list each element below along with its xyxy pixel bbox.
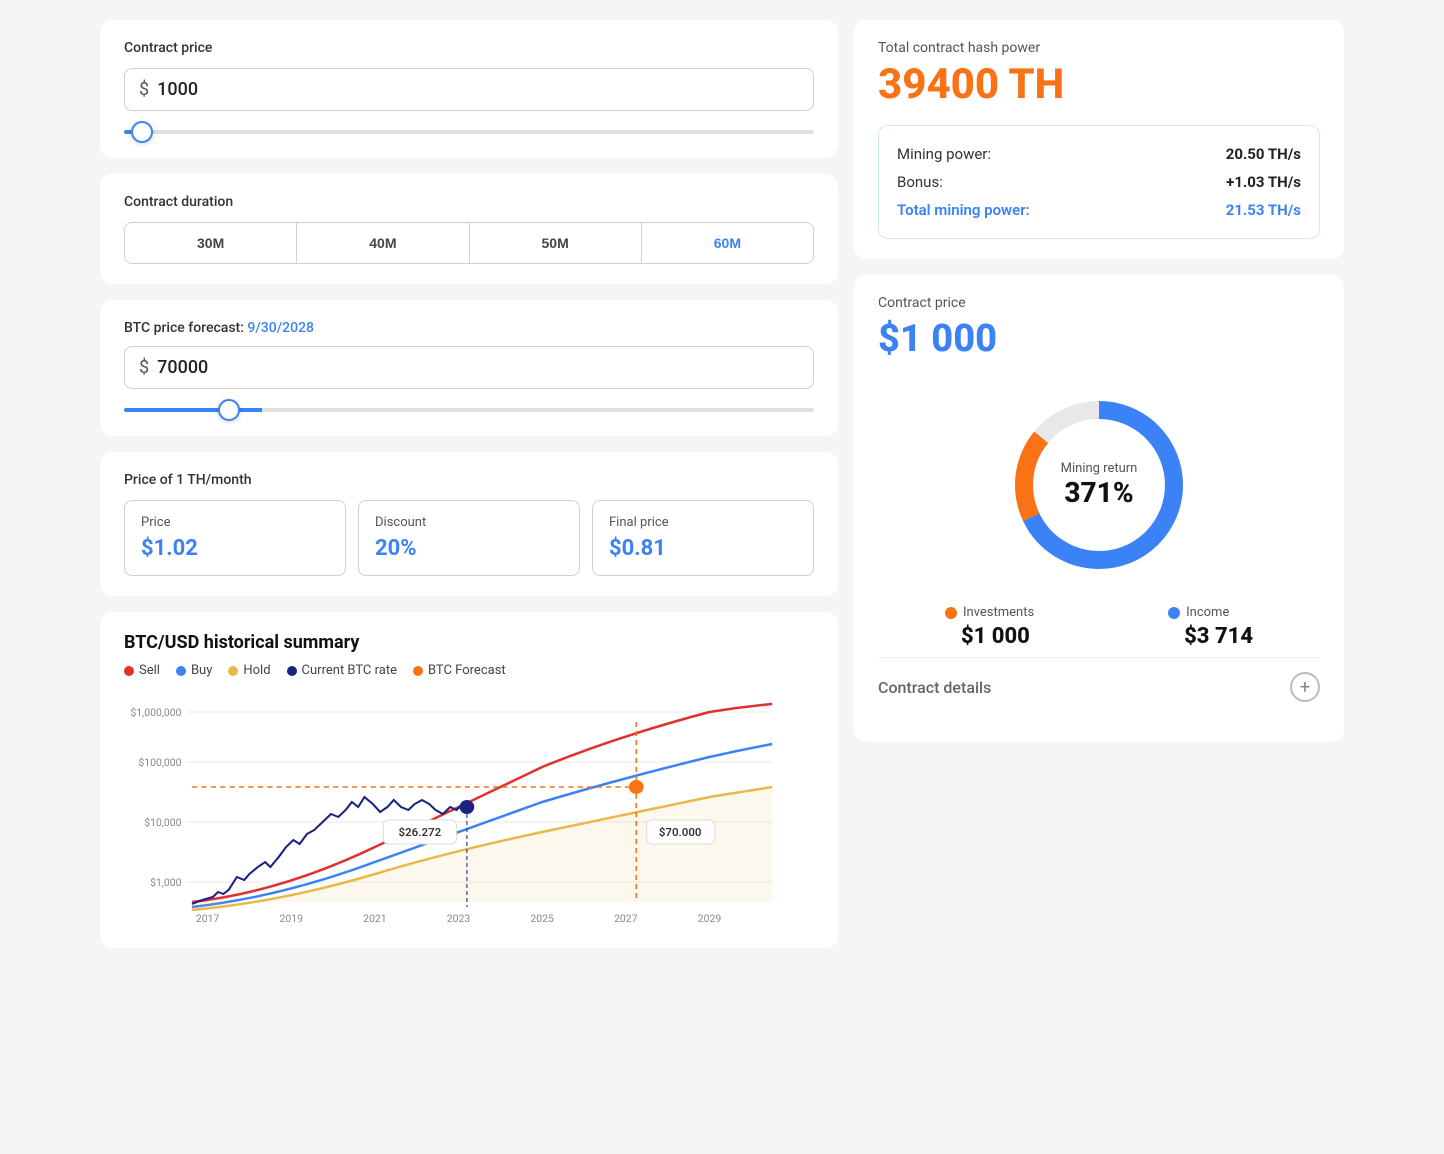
mining-power-value: 20.50 TH/s <box>1226 145 1301 163</box>
contract-price-card-label: Contract price <box>878 295 1320 311</box>
dollar-sign-1: $ <box>139 79 149 100</box>
price-card-discount-value: 20% <box>375 536 563 561</box>
chart-svg: $1,000,000 $100,000 $10,000 $1,000 2017 … <box>124 692 814 932</box>
legend-btc-forecast: BTC Forecast <box>413 663 506 678</box>
legend-current-btc: Current BTC rate <box>287 663 397 678</box>
donut-center: Mining return 371% <box>1061 461 1138 509</box>
duration-tabs: 30M 40M 50M 60M <box>124 222 814 264</box>
bonus-row: Bonus: +1.03 TH/s <box>897 168 1301 196</box>
bonus-value: +1.03 TH/s <box>1226 173 1301 191</box>
svg-text:$100,000: $100,000 <box>138 756 181 769</box>
btc-forecast-date[interactable]: 9/30/2028 <box>247 320 314 336</box>
svg-text:2019: 2019 <box>280 914 304 925</box>
chart-area: $1,000,000 $100,000 $10,000 $1,000 2017 … <box>124 692 814 932</box>
svg-text:2023: 2023 <box>447 914 471 925</box>
legend-buy: Buy <box>176 663 212 678</box>
contract-price-label: Contract price <box>124 40 814 56</box>
contract-details-row: Contract details + <box>878 657 1320 706</box>
btc-forecast-section-label: BTC price forecast: 9/30/2028 <box>124 320 814 336</box>
total-mining-label: Total mining power: <box>897 201 1030 219</box>
mining-power-row: Mining power: 20.50 TH/s <box>897 140 1301 168</box>
svg-text:2021: 2021 <box>363 914 386 925</box>
income-label: Income <box>1186 605 1229 620</box>
svg-text:$26.272: $26.272 <box>399 826 442 839</box>
price-card-price: Price $1.02 <box>124 500 346 576</box>
contract-price-card-value: $1 000 <box>878 317 1320 361</box>
svg-text:$1,000: $1,000 <box>150 876 182 889</box>
investments-value: $1 000 <box>961 624 1030 649</box>
tab-40m[interactable]: 40M <box>297 223 469 263</box>
legend-sell: Sell <box>124 663 160 678</box>
donut-legend: Investments $1 000 Income $3 714 <box>878 605 1320 649</box>
return-label: Mining return <box>1061 461 1138 476</box>
hash-power-label: Total contract hash power <box>878 40 1320 56</box>
contract-details-expand-button[interactable]: + <box>1290 672 1320 702</box>
price-card-final: Final price $0.81 <box>592 500 814 576</box>
btc-price-slider[interactable] <box>124 408 814 412</box>
svg-text:2029: 2029 <box>698 914 722 925</box>
tab-60m[interactable]: 60M <box>642 223 813 263</box>
contract-price-slider[interactable] <box>124 130 814 134</box>
svg-text:2027: 2027 <box>614 914 638 925</box>
btc-chart-section: BTC/USD historical summary Sell Buy Hold… <box>100 612 838 948</box>
price-card-discount: Discount 20% <box>358 500 580 576</box>
price-card-final-label: Final price <box>609 515 797 530</box>
contract-duration-label: Contract duration <box>124 194 814 210</box>
mining-power-label: Mining power: <box>897 145 991 163</box>
price-card-discount-label: Discount <box>375 515 563 530</box>
mining-details: Mining power: 20.50 TH/s Bonus: +1.03 TH… <box>878 125 1320 239</box>
dollar-sign-2: $ <box>139 357 149 378</box>
hash-power-value: 39400 TH <box>878 60 1320 109</box>
legend-investments: Investments $1 000 <box>945 605 1034 649</box>
investments-label: Investments <box>963 605 1034 620</box>
total-mining-value: 21.53 TH/s <box>1226 201 1301 219</box>
donut-section: Mining return 371% Investments $1 000 <box>878 377 1320 722</box>
th-price-label: Price of 1 TH/month <box>124 472 814 488</box>
contract-details-label: Contract details <box>878 678 991 697</box>
plus-icon: + <box>1300 677 1310 698</box>
price-card-price-label: Price <box>141 515 329 530</box>
tab-50m[interactable]: 50M <box>470 223 642 263</box>
price-card-price-value: $1.02 <box>141 536 329 561</box>
chart-title: BTC/USD historical summary <box>124 632 814 653</box>
bonus-label: Bonus: <box>897 173 943 191</box>
svg-text:$70.000: $70.000 <box>659 826 702 839</box>
legend-hold: Hold <box>228 663 270 678</box>
legend-income: Income $3 714 <box>1168 605 1253 649</box>
btc-price-display: 70000 <box>157 357 208 378</box>
donut-chart: Mining return 371% <box>999 385 1199 585</box>
total-mining-row: Total mining power: 21.53 TH/s <box>897 196 1301 224</box>
price-card-final-value: $0.81 <box>609 536 797 561</box>
hash-power-card: Total contract hash power 39400 TH Minin… <box>854 20 1344 259</box>
svg-text:2025: 2025 <box>530 914 554 925</box>
svg-text:$10,000: $10,000 <box>144 816 182 829</box>
tab-30m[interactable]: 30M <box>125 223 297 263</box>
contract-price-display: 1000 <box>157 79 198 100</box>
contract-price-card: Contract price $1 000 Mining return 371% <box>854 275 1344 742</box>
return-value: 371% <box>1061 476 1138 509</box>
btc-forecast-text: BTC price forecast: <box>124 320 247 336</box>
svg-text:2017: 2017 <box>196 914 220 925</box>
svg-text:$1,000,000: $1,000,000 <box>130 706 181 719</box>
chart-legend: Sell Buy Hold Current BTC rate BTC Forec… <box>124 663 814 678</box>
income-value: $3 714 <box>1184 624 1253 649</box>
